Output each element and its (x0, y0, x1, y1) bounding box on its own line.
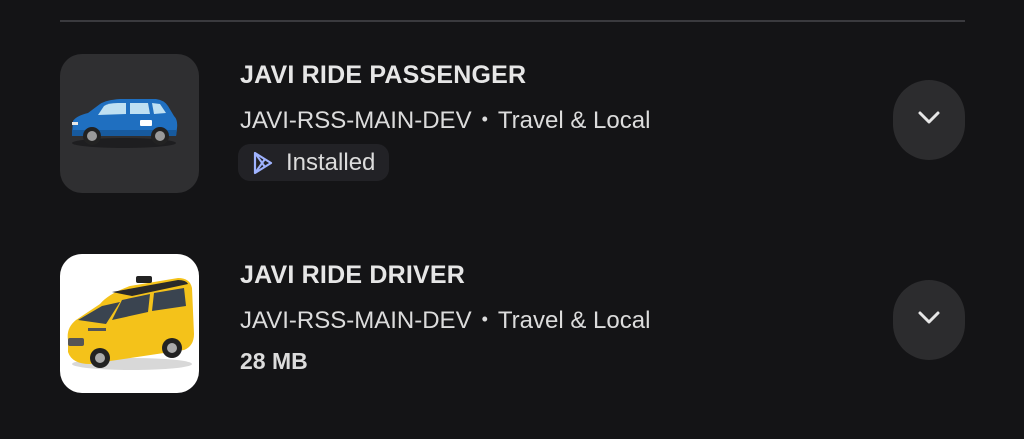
installed-badge: Installed (238, 144, 390, 181)
app-list-item[interactable]: JAVI RIDE PASSENGER JAVI-RSS-MAIN-DEV • Tr… (60, 54, 965, 194)
divider (60, 20, 965, 22)
app-list-item[interactable]: JAVI RIDE DRIVER JAVI-RSS-MAIN-DEV • Trave… (60, 254, 965, 394)
blue-hatchback-car-icon (60, 54, 199, 193)
chevron-down-icon (916, 310, 942, 331)
separator-dot: • (481, 309, 488, 329)
play-store-icon (252, 151, 274, 175)
separator-dot: • (481, 109, 488, 129)
app-meta: JAVI-RSS-MAIN-DEV • Travel & Local (240, 107, 650, 135)
app-title: JAVI RIDE PASSENGER (240, 61, 527, 89)
expand-button[interactable] (893, 80, 965, 160)
app-category: Travel & Local (497, 107, 651, 134)
app-category: Travel & Local (497, 307, 651, 334)
chevron-down-icon (916, 110, 942, 131)
app-meta: JAVI-RSS-MAIN-DEV • Travel & Local (240, 307, 650, 335)
installed-status: Installed (286, 148, 376, 176)
app-size: 28 MB (240, 348, 308, 374)
expand-button[interactable] (893, 280, 965, 360)
app-list-page: JAVI RIDE PASSENGER JAVI-RSS-MAIN-DEV • Tr… (0, 0, 1024, 439)
developer-name[interactable]: JAVI-RSS-MAIN-DEV (240, 307, 472, 334)
yellow-taxi-van-icon (60, 254, 199, 393)
app-title: JAVI RIDE DRIVER (240, 261, 466, 289)
developer-name[interactable]: JAVI-RSS-MAIN-DEV (240, 107, 472, 134)
